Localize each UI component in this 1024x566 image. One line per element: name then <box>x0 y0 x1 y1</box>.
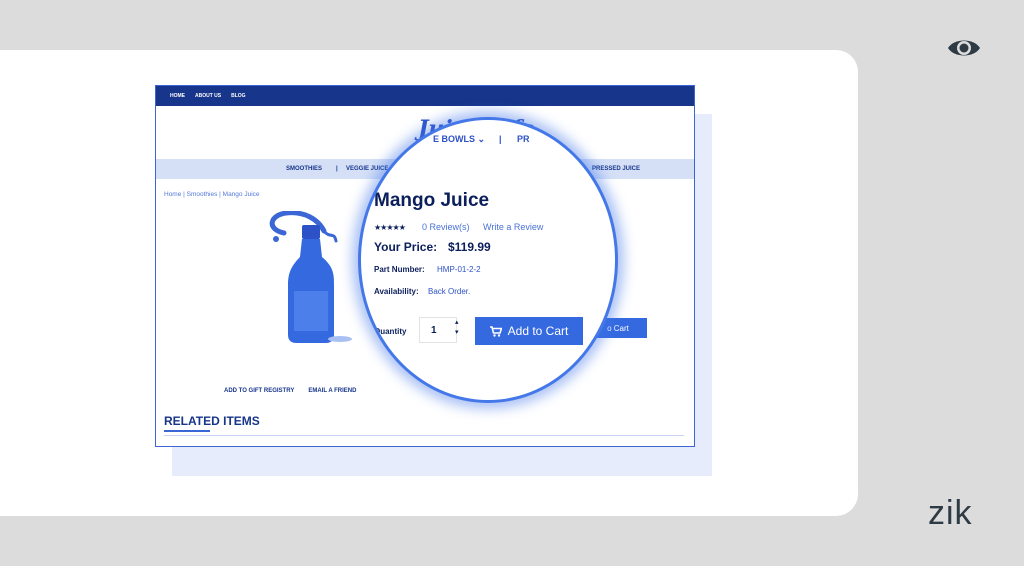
add-to-cart-label: Add to Cart <box>507 324 569 338</box>
related-items-heading: RELATED ITEMS <box>164 414 260 428</box>
product-links: ADD TO GIFT REGISTRY EMAIL A FRIEND <box>224 388 356 394</box>
product-title: Mango Juice <box>374 190 490 211</box>
breadcrumb[interactable]: Home | Smoothies | Mango Juice <box>164 191 260 198</box>
subnav-partial[interactable]: PR <box>517 134 530 144</box>
subnav-bowls[interactable]: E BOWLS ⌄ <box>433 134 485 145</box>
juice-bottle-image <box>269 211 352 343</box>
nav-pressed-juice[interactable]: PRESSED JUICE <box>592 166 640 172</box>
brand-logo: zik <box>928 494 973 532</box>
cart-icon <box>489 325 502 337</box>
nav-separator: | <box>336 166 338 172</box>
add-to-gift-registry-link[interactable]: ADD TO GIFT REGISTRY <box>224 388 294 394</box>
topnav-about[interactable]: ABOUT US <box>195 93 221 99</box>
magnifier-circle: E BOWLS ⌄ | PR Mango Juice ★★★★★ 0 Revie… <box>358 117 618 403</box>
rating-stars: ★★★★★ <box>374 223 406 232</box>
price-value: $119.99 <box>448 240 491 254</box>
nav-veggie-juice[interactable]: VEGGIE JUICE <box>346 166 388 172</box>
nav-smoothies[interactable]: SMOOTHIES <box>286 166 322 172</box>
reviews-link[interactable]: 0 Review(s) <box>422 222 470 232</box>
quantity-input[interactable]: 1 <box>419 317 457 343</box>
availability-value: Back Order. <box>428 287 471 296</box>
related-underline <box>164 430 210 432</box>
related-divider <box>164 435 684 436</box>
part-number-value: HMP-01-2-2 <box>437 265 481 274</box>
quantity-label: Quantity <box>374 327 407 336</box>
availability-label: Availability: <box>374 287 419 296</box>
price-label: Your Price: <box>374 240 438 254</box>
write-review-link[interactable]: Write a Review <box>483 222 543 232</box>
email-a-friend-link[interactable]: EMAIL A FRIEND <box>308 388 356 394</box>
quantity-stepper[interactable]: ▴ ▾ <box>455 318 459 338</box>
part-number-label: Part Number: <box>374 265 425 274</box>
add-to-cart-button[interactable]: Add to Cart <box>475 317 583 345</box>
topnav-home[interactable]: HOME <box>170 93 185 99</box>
eye-icon[interactable] <box>946 36 982 60</box>
subnav-separator: | <box>499 134 502 144</box>
topnav-blog[interactable]: BLOG <box>231 93 245 99</box>
top-navigation: HOME ABOUT US BLOG <box>156 86 694 106</box>
